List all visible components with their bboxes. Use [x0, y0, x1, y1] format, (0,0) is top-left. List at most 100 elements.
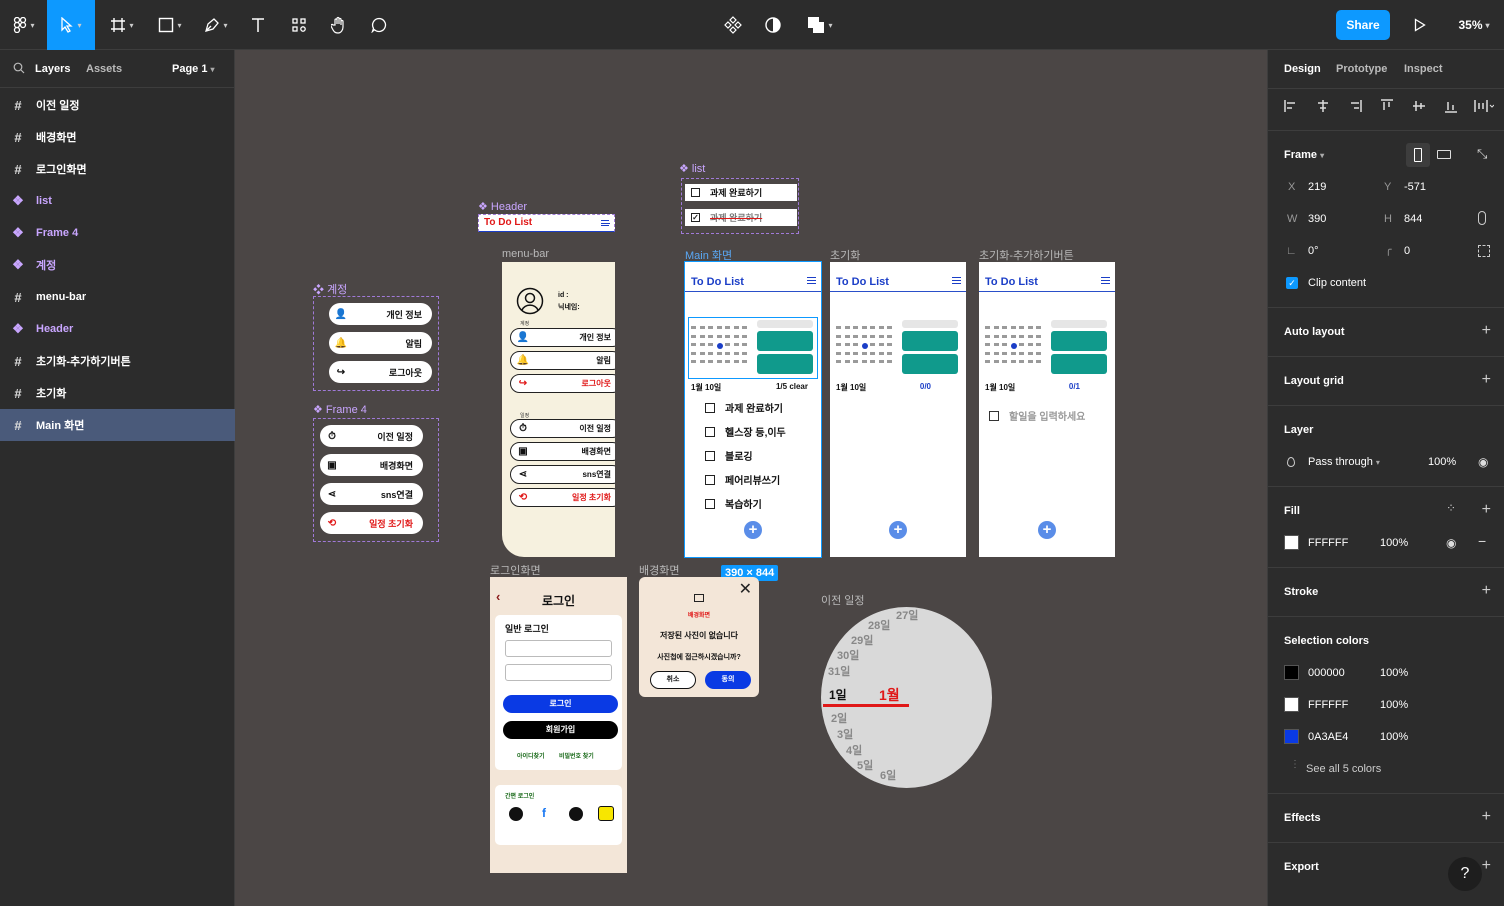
header-component-label[interactable]: ❖ Header — [478, 200, 527, 213]
selection-color-row[interactable]: 000000 100% — [1268, 665, 1504, 685]
tab-prototype[interactable]: Prototype — [1336, 63, 1387, 75]
previous-schedule-label[interactable]: 이전 일정 — [821, 592, 865, 608]
remove-fill-icon[interactable]: − — [1478, 533, 1486, 549]
distribute-icon[interactable] — [1474, 99, 1494, 113]
color-opacity[interactable]: 100% — [1380, 731, 1408, 743]
wheel-day[interactable]: 3일 — [837, 726, 853, 742]
agree-button[interactable]: 동의 — [705, 671, 751, 689]
shape-tool-button[interactable]: ▾ — [150, 0, 190, 50]
color-swatch[interactable] — [1284, 665, 1299, 680]
fill-opacity-field[interactable]: 100% — [1380, 537, 1408, 549]
component-button[interactable] — [718, 0, 748, 50]
init-screen-frame[interactable]: To Do List 1월 10일 0/0 + — [830, 262, 966, 557]
independent-corners-icon[interactable] — [1478, 245, 1490, 257]
find-id-link[interactable]: 아이디찾기 — [517, 751, 545, 760]
todo-item[interactable]: 헬스장 등,이두 — [705, 424, 786, 439]
wheel-day[interactable]: 28일 — [868, 617, 890, 633]
height-field[interactable]: 844 — [1404, 213, 1422, 225]
list-component[interactable]: 과제 완료하기 ✓ 과제 완료하기 — [681, 178, 799, 234]
mask-button[interactable] — [758, 0, 788, 50]
landscape-toggle-icon[interactable] — [1437, 150, 1451, 159]
account-item[interactable]: ↪ 로그아웃 — [329, 361, 432, 383]
add-todo-button[interactable]: + — [744, 521, 762, 539]
account-component-label[interactable]: ❖ 계정 — [313, 281, 347, 297]
todo-item[interactable]: 과제 완료하기 — [705, 400, 783, 415]
main-screen-label[interactable]: Main 화면 — [685, 247, 732, 263]
account-item[interactable]: 👤 개인 정보 — [329, 303, 432, 325]
layer-item[interactable]: # 로그인화면 — [0, 153, 235, 185]
rotation-field[interactable]: 0° — [1308, 245, 1319, 257]
signup-button[interactable]: 회원가입 — [503, 721, 618, 739]
y-field[interactable]: -571 — [1404, 181, 1426, 193]
menu-item[interactable]: ▣ 배경화면 — [510, 442, 615, 461]
color-hex[interactable]: 0A3AE4 — [1308, 731, 1348, 743]
color-hex[interactable]: 000000 — [1308, 667, 1345, 679]
menu-bar-frame[interactable]: id : 닉네임: 계정 👤 개인 정보 🔔 알림 ↪ 로그아웃 ⏱ 이전 일정 ▣ 배경화면 ⋖ s… — [502, 262, 615, 557]
boolean-button[interactable]: ▾ — [800, 0, 840, 50]
frame4-item[interactable]: ⏱ 이전 일정 — [320, 425, 423, 447]
figma-menu-button[interactable]: ▾ — [4, 0, 44, 50]
add-stroke-icon[interactable]: + — [1482, 582, 1491, 600]
id-input[interactable] — [505, 640, 612, 657]
align-bottom-icon[interactable] — [1444, 99, 1458, 113]
wheel-day[interactable]: 5일 — [857, 757, 873, 773]
wheel-day[interactable]: 29일 — [851, 632, 873, 648]
menu-item[interactable]: ↪ 로그아웃 — [510, 374, 615, 393]
text-tool-button[interactable] — [244, 0, 272, 50]
find-password-link[interactable]: 비밀번호 찾기 — [559, 751, 594, 760]
hamburger-icon[interactable] — [1101, 277, 1110, 284]
selection-color-row[interactable]: FFFFFF 100% — [1268, 697, 1504, 717]
selection-color-row[interactable]: 0A3AE4 100% — [1268, 729, 1504, 749]
width-field[interactable]: 390 — [1308, 213, 1326, 225]
color-hex[interactable]: FFFFFF — [1308, 699, 1348, 711]
frame4-item[interactable]: ⟲ 일정 초기화 — [320, 512, 423, 534]
list-item-checked[interactable]: ✓ 과제 완료하기 — [685, 209, 797, 226]
tab-inspect[interactable]: Inspect — [1404, 63, 1443, 75]
present-button[interactable] — [1406, 0, 1434, 50]
constrain-proportions-icon[interactable] — [1478, 211, 1486, 225]
align-top-icon[interactable] — [1380, 99, 1394, 113]
init-add-screen-frame[interactable]: To Do List 1월 10일 0/1 할일을 입력하세요 + — [979, 262, 1115, 557]
layer-item[interactable]: ❖ list — [0, 185, 235, 217]
style-grid-icon[interactable]: ⁘ — [1446, 501, 1456, 515]
align-center-vertical-icon[interactable] — [1412, 99, 1426, 113]
eye-icon[interactable]: ◉ — [1446, 536, 1456, 550]
color-opacity[interactable]: 100% — [1380, 699, 1408, 711]
menu-item[interactable]: ⋖ sns연결 — [510, 465, 615, 484]
color-opacity[interactable]: 100% — [1380, 667, 1408, 679]
eye-icon[interactable]: ◉ — [1478, 455, 1488, 469]
help-button[interactable]: ? — [1448, 857, 1482, 891]
menu-bar-label[interactable]: menu-bar — [502, 248, 549, 260]
menu-item[interactable]: ⟲ 일정 초기화 — [510, 488, 615, 507]
layer-opacity-field[interactable]: 100% — [1428, 456, 1456, 468]
tab-assets[interactable]: Assets — [86, 63, 122, 75]
add-effect-icon[interactable]: + — [1482, 808, 1491, 826]
clip-content-checkbox[interactable]: ✓ — [1286, 277, 1298, 289]
tab-design[interactable]: Design — [1284, 63, 1321, 75]
background-screen-label[interactable]: 배경화면 — [639, 562, 679, 578]
wheel-day[interactable]: 31일 — [828, 663, 850, 679]
background-dialog-frame[interactable]: ✕ 배경화면 저장된 사진이 없습니다 사진첩에 접근하시겠습니까? 취소 동의 — [639, 577, 759, 697]
add-todo-button[interactable]: + — [1038, 521, 1056, 539]
add-auto-layout-icon[interactable]: + — [1482, 322, 1491, 340]
add-layout-grid-icon[interactable]: + — [1482, 371, 1491, 389]
fill-color-swatch[interactable] — [1284, 535, 1299, 550]
fill-hex-field[interactable]: FFFFFF — [1308, 537, 1348, 549]
tab-layers[interactable]: Layers — [35, 63, 70, 75]
resize-to-fit-icon[interactable]: ⤡ — [1477, 146, 1487, 162]
color-swatch[interactable] — [1284, 697, 1299, 712]
share-button[interactable]: Share — [1336, 10, 1390, 40]
pen-tool-button[interactable]: ▾ — [196, 0, 236, 50]
wheel-day[interactable]: 6일 — [880, 767, 896, 783]
layer-item[interactable]: # 이전 일정 — [0, 89, 235, 121]
menu-item[interactable]: ⏱ 이전 일정 — [510, 419, 615, 438]
hand-tool-button[interactable] — [324, 0, 354, 50]
x-field[interactable]: 219 — [1308, 181, 1326, 193]
password-input[interactable] — [505, 664, 612, 681]
todo-item[interactable]: 복습하기 — [705, 496, 762, 511]
hamburger-icon[interactable] — [952, 277, 961, 284]
layer-item[interactable]: # 초기화-추가하기버튼 — [0, 345, 235, 377]
align-left-icon[interactable] — [1284, 99, 1298, 113]
move-tool-button[interactable]: ▾ — [47, 0, 95, 50]
hamburger-icon[interactable] — [807, 277, 816, 284]
